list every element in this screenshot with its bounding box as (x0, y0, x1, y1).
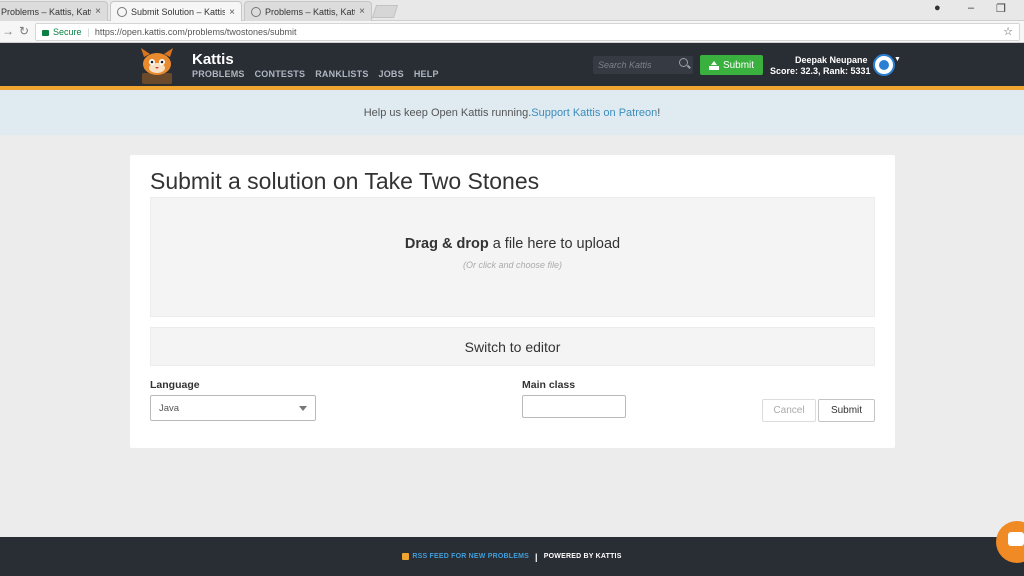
upload-icon (708, 60, 719, 70)
submit-button[interactable]: Submit (818, 399, 875, 422)
lock-icon (42, 30, 49, 36)
rss-icon (402, 553, 410, 560)
footer-separator: | (535, 551, 538, 562)
header-submit-label: Submit (722, 59, 755, 71)
file-dropzone[interactable]: Drag & drop a file here to upload (Or cl… (150, 197, 875, 317)
browser-tab-active[interactable]: Submit Solution – Kattis × (110, 1, 242, 22)
reload-icon[interactable]: ↻ (19, 24, 29, 38)
language-label: Language (150, 379, 200, 391)
banner-text: Help us keep Open Kattis running. (363, 106, 532, 119)
tab-label: Submit Solution – Kattis (131, 7, 226, 17)
url-input[interactable]: Secure | https://open.kattis.com/problem… (35, 23, 1020, 41)
nav-problems[interactable]: PROBLEMS (192, 69, 245, 79)
browser-tabstrip: Problems – Kattis, Kattis × Submit Solut… (0, 0, 1024, 22)
minimize-icon[interactable]: – (968, 2, 974, 14)
url-separator: | (87, 27, 90, 37)
chevron-down-icon[interactable]: ▼ (894, 56, 901, 63)
submit-card: Submit a solution on Take Two Stones Dra… (130, 155, 895, 448)
dropzone-hint: (Or click and choose file) (462, 260, 563, 270)
user-score: Score: 32.3, Rank: 5331 (770, 66, 871, 76)
url-text: https://open.kattis.com/problems/twoston… (94, 27, 297, 37)
dropzone-rest: a file here to upload (488, 236, 621, 252)
switch-editor-button[interactable]: Switch to editor (150, 327, 875, 366)
nav-jobs[interactable]: JOBS (379, 69, 404, 79)
address-bar: → ↻ Secure | https://open.kattis.com/pro… (0, 21, 1024, 43)
header-submit-button[interactable]: Submit (700, 55, 763, 75)
banner-suffix: ! (657, 106, 661, 119)
patreon-banner: Help us keep Open Kattis running. Suppor… (0, 90, 1024, 135)
nav-contests[interactable]: CONTESTS (255, 69, 306, 79)
cancel-button[interactable]: Cancel (762, 399, 816, 422)
restore-icon[interactable]: ❐ (996, 2, 1006, 15)
page-title: Submit a solution on Take Two Stones (150, 168, 540, 194)
browser-tab[interactable]: Problems – Kattis, Kattis × (244, 1, 372, 21)
dropzone-label: Drag & drop a file here to upload (151, 236, 874, 252)
browser-tab[interactable]: Problems – Kattis, Kattis × (0, 1, 108, 21)
back-icon[interactable]: → (2, 24, 14, 38)
tab-label: Problems – Kattis, Kattis (1, 6, 92, 17)
dropzone-bold: Drag & drop (404, 236, 489, 252)
patreon-link[interactable]: Support Kattis on Patreon (531, 107, 657, 119)
user-name[interactable]: Deepak Neupane (795, 55, 868, 65)
close-icon[interactable]: × (359, 6, 365, 17)
avatar-icon[interactable] (873, 54, 895, 76)
main-class-input[interactable] (522, 395, 626, 418)
nav-ranklists[interactable]: RANKLISTS (315, 69, 368, 79)
main-nav: PROBLEMS CONTESTS RANKLISTS JOBS HELP (192, 69, 449, 79)
search-input[interactable]: Search Kattis (593, 56, 693, 74)
main-class-label: Main class (522, 379, 576, 391)
secure-label: Secure (53, 27, 82, 37)
new-tab-button[interactable] (371, 5, 399, 18)
chevron-down-icon (299, 406, 307, 411)
nav-help[interactable]: HELP (414, 69, 439, 79)
powered-by: POWERED BY KATTIS (543, 553, 622, 560)
brand-name[interactable]: Kattis (192, 51, 234, 68)
close-icon[interactable]: × (229, 7, 235, 18)
language-select[interactable]: Java (150, 395, 316, 421)
favicon-icon (251, 6, 261, 17)
language-value: Java (159, 403, 180, 414)
favicon-icon (117, 7, 127, 17)
kattis-logo[interactable] (132, 47, 182, 84)
search-icon[interactable] (679, 58, 688, 67)
rss-link[interactable]: RSS FEED FOR NEW PROBLEMS (412, 553, 529, 560)
site-footer: RSS FEED FOR NEW PROBLEMS | POWERED BY K… (0, 537, 1024, 576)
star-icon[interactable]: ☆ (1003, 25, 1013, 38)
account-icon[interactable]: ● (934, 2, 941, 14)
tab-label: Problems – Kattis, Kattis (265, 6, 356, 17)
close-icon[interactable]: × (95, 6, 101, 17)
